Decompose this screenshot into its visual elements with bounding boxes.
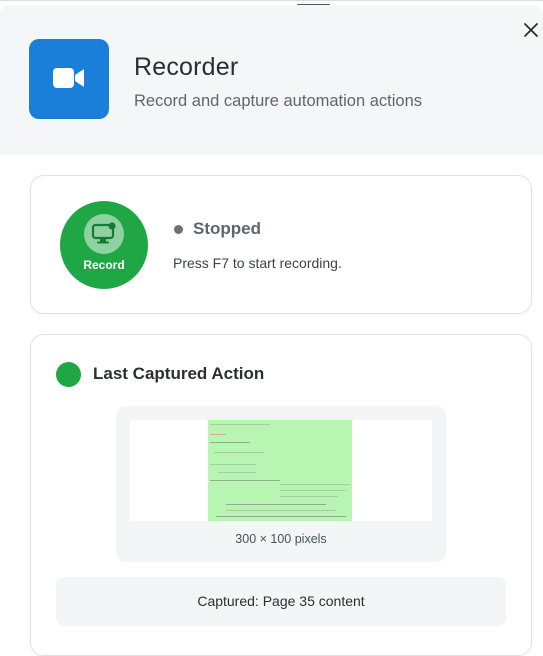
record-icon-circle [84, 214, 124, 254]
app-subtitle: Record and capture automation actions [134, 92, 423, 110]
close-icon [524, 23, 538, 37]
status-indicator-dot [174, 225, 183, 234]
capture-card-title: Last Captured Action [93, 364, 265, 383]
thumb-line [280, 496, 338, 497]
video-camera-icon [53, 68, 84, 88]
thumb-line [216, 516, 346, 517]
captured-summary-text: Captured: Page 35 content [197, 593, 365, 609]
thumb-line [210, 464, 256, 465]
capture-thumbnail[interactable] [130, 420, 432, 521]
app-icon-tile [29, 39, 109, 119]
captured-region-highlight [208, 420, 352, 521]
thumb-line [226, 504, 326, 505]
app-title: Recorder [134, 53, 239, 81]
thumb-line [210, 442, 250, 443]
thumb-line [280, 484, 350, 485]
thumb-line [214, 452, 264, 453]
capture-preview: 300 × 100 pixels [116, 406, 446, 562]
recording-status-text: Stopped [193, 219, 261, 238]
thumb-line [280, 490, 346, 491]
last-captured-card: Last Captured Action 300 × 100 pixels Ca… [30, 334, 532, 656]
thumb-line [218, 472, 256, 473]
thumb-line [226, 510, 336, 511]
record-button-label: Record [83, 258, 125, 272]
preview-dimensions: 300 × 100 pixels [235, 532, 327, 546]
recording-hint: Press F7 to start recording. [173, 255, 342, 271]
thumb-line [210, 434, 226, 435]
capture-indicator-dot [56, 362, 81, 387]
recording-status-card: Record Stopped Press F7 to start recordi… [30, 175, 532, 314]
close-button[interactable] [520, 19, 542, 41]
dialog-header: Recorder Record and capture automation a… [0, 5, 543, 155]
thumb-line [210, 480, 280, 481]
captured-summary: Captured: Page 35 content [56, 577, 506, 626]
record-button[interactable]: Record [60, 201, 148, 289]
thumb-line [210, 424, 270, 425]
screen-record-icon [91, 222, 116, 244]
